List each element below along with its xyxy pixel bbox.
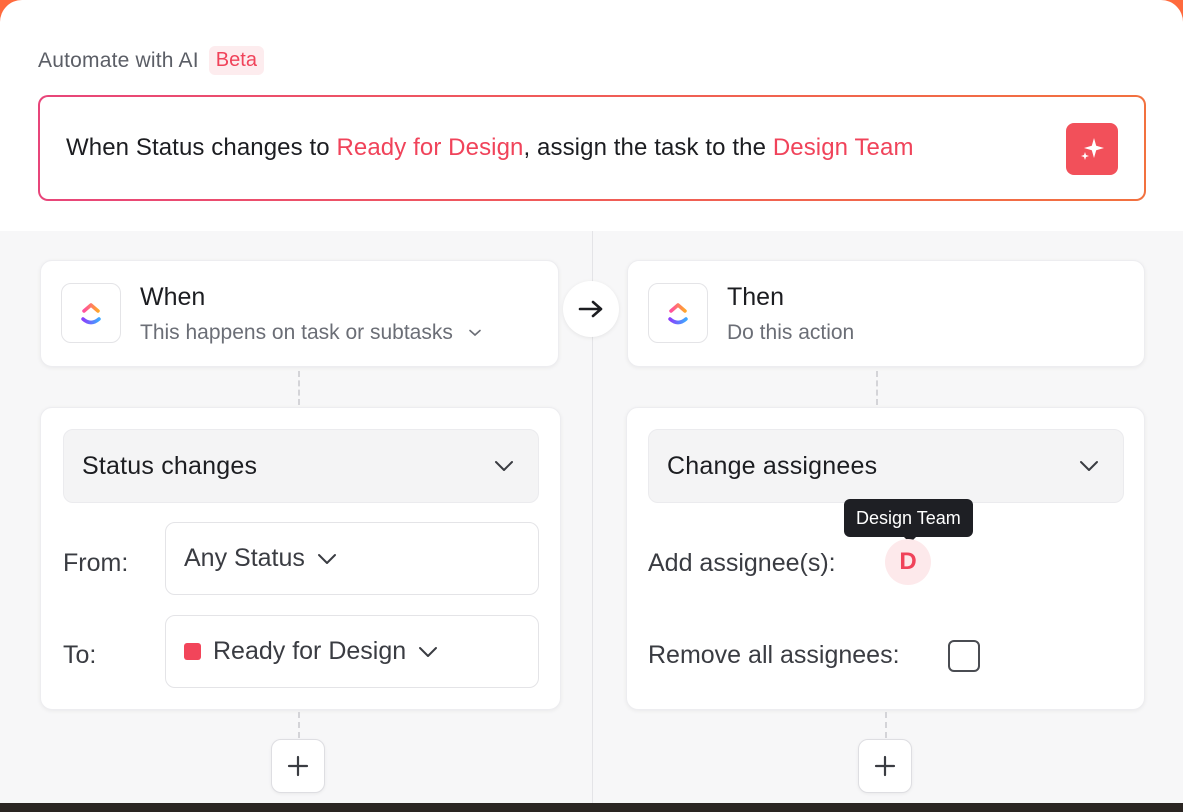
- assignee-tooltip: Design Team: [844, 499, 973, 537]
- trigger-type-label: Status changes: [82, 451, 258, 480]
- to-status-value: Ready for Design: [213, 637, 407, 665]
- ai-prompt-box[interactable]: When Status changes to Ready for Design,…: [38, 95, 1146, 201]
- ai-prompt-text[interactable]: When Status changes to Ready for Design,…: [66, 134, 914, 162]
- trigger-type-select[interactable]: Status changes: [63, 429, 539, 503]
- action-type-select[interactable]: Change assignees: [648, 429, 1124, 503]
- trigger-scope-dropdown[interactable]: This happens on task or subtasks: [140, 321, 481, 345]
- action-title: Then: [727, 283, 784, 311]
- action-detail-card: Change assignees Design Team Add assigne…: [626, 407, 1145, 710]
- connector-line: [876, 371, 878, 405]
- remove-assignees-label: Remove all assignees:: [648, 641, 900, 669]
- chevron-down-icon: [1080, 461, 1098, 471]
- add-assignee-label: Add assignee(s):: [648, 549, 836, 577]
- header-title: Automate with AI: [38, 48, 199, 72]
- add-trigger-condition-button[interactable]: [271, 739, 325, 793]
- beta-badge: Beta: [208, 46, 264, 75]
- assignee-avatar[interactable]: D: [885, 539, 931, 585]
- action-subtitle: Do this action: [727, 321, 855, 344]
- arrow-right-icon: [578, 300, 603, 318]
- trigger-title: When: [140, 283, 206, 311]
- header: Automate with AI Beta: [38, 46, 264, 75]
- bottom-strip: [0, 803, 1183, 812]
- ai-generate-button[interactable]: [1066, 123, 1118, 175]
- add-action-button[interactable]: [858, 739, 912, 793]
- connector-line: [885, 712, 887, 738]
- trigger-subtitle: This happens on task or subtasks: [140, 321, 453, 344]
- to-status-select[interactable]: Ready for Design: [165, 615, 539, 688]
- plus-icon: [287, 755, 309, 777]
- action-card[interactable]: Then Do this action: [627, 260, 1145, 367]
- plus-icon: [874, 755, 896, 777]
- automation-canvas: When This happens on task or subtasks Th…: [0, 231, 1183, 803]
- prompt-highlight-status: Ready for Design: [336, 134, 524, 161]
- flow-arrow: [563, 281, 619, 337]
- to-label: To:: [63, 641, 97, 669]
- remove-assignees-checkbox[interactable]: [948, 640, 980, 672]
- chevron-down-icon: [469, 329, 481, 337]
- automation-panel: Automate with AI Beta When Status change…: [0, 0, 1183, 803]
- trigger-card[interactable]: When This happens on task or subtasks: [40, 260, 559, 367]
- trigger-detail-card: Status changes From: Any Status To: Read…: [40, 407, 561, 710]
- clickup-logo-icon: [648, 283, 708, 343]
- from-status-value: Any Status: [184, 544, 305, 572]
- prompt-part-2: , assign the task to the: [523, 134, 773, 161]
- from-label: From:: [63, 549, 129, 577]
- ai-prompt-inner[interactable]: When Status changes to Ready for Design,…: [40, 97, 1144, 199]
- chevron-down-icon: [495, 461, 513, 471]
- from-status-select[interactable]: Any Status: [165, 522, 539, 595]
- connector-line: [298, 712, 300, 738]
- sparkle-icon: [1081, 138, 1104, 160]
- connector-line: [298, 371, 300, 405]
- clickup-logo-icon: [61, 283, 121, 343]
- prompt-highlight-team: Design Team: [772, 134, 914, 161]
- chevron-down-icon: [317, 553, 336, 564]
- prompt-part-1: When Status changes to: [66, 134, 337, 161]
- status-color-swatch: [184, 643, 201, 660]
- action-type-label: Change assignees: [667, 451, 878, 480]
- chevron-down-icon: [419, 646, 438, 657]
